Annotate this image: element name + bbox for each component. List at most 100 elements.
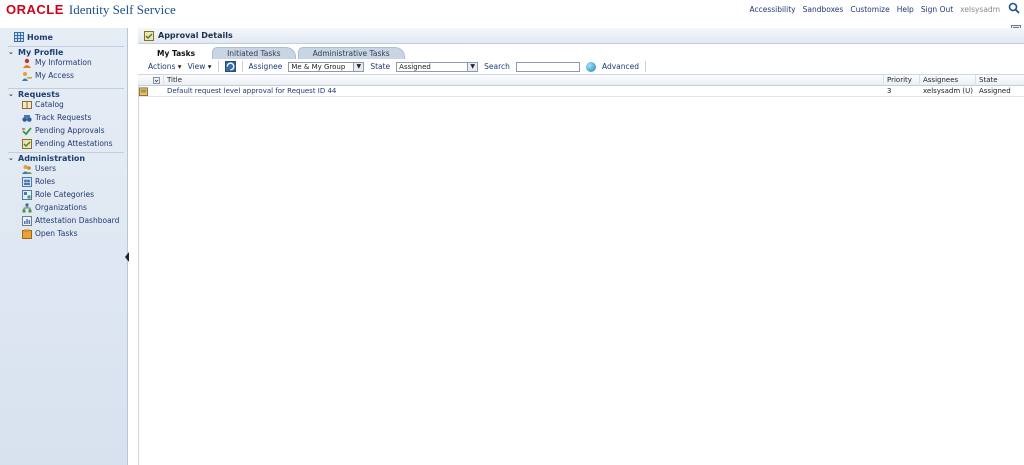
section-title: Requests	[18, 89, 60, 99]
sidebar-item-label: Track Requests	[35, 113, 92, 122]
task-priority: 3	[887, 87, 892, 95]
toolbar-separator	[241, 61, 243, 72]
sidebar-item-pending-attestations[interactable]: Pending Attestations	[8, 137, 124, 150]
sign-out-link[interactable]: Sign Out	[921, 5, 953, 14]
actions-label: Actions	[148, 62, 176, 71]
sidebar-item-open-tasks[interactable]: Open Tasks	[8, 227, 124, 240]
advanced-search-icon[interactable]	[585, 61, 596, 72]
global-links: Accessibility Sandboxes Customize Help S…	[749, 5, 1000, 14]
sidebar-item-users[interactable]: Users	[8, 162, 124, 175]
tab-my-tasks[interactable]: My Tasks	[142, 47, 211, 59]
column-header-state[interactable]: State	[976, 75, 1024, 86]
sidebar-item-label: Users	[35, 164, 57, 173]
row-spacer	[150, 86, 164, 97]
approval-icon	[144, 30, 154, 41]
sidebar-item-my-information[interactable]: My Information	[8, 56, 124, 69]
toolbar-separator	[217, 61, 219, 72]
view-menu[interactable]: View ▾	[188, 62, 212, 71]
state-label: State	[370, 62, 391, 71]
sidebar-item-my-access[interactable]: My Access	[8, 69, 124, 82]
column-selector-icon[interactable]	[150, 74, 164, 86]
open-tasks-icon	[22, 229, 32, 239]
users-icon	[22, 164, 32, 174]
search-label: Search	[484, 62, 510, 71]
task-title-link[interactable]: Default request level approval for Reque…	[164, 86, 884, 97]
oracle-logo: ORACLE	[6, 2, 64, 17]
state-value: Assigned	[399, 62, 431, 71]
section-title: Administration	[18, 153, 86, 163]
sidebar-item-label: Role Categories	[35, 190, 94, 199]
collapse-chevron-icon: ⌄	[8, 90, 14, 98]
sidebar-item-role-categories[interactable]: Role Categories	[8, 188, 124, 201]
collapse-sidebar-handle-icon[interactable]	[124, 250, 130, 264]
sidebar-item-organizations[interactable]: Organizations	[8, 201, 124, 214]
brand: ORACLE Identity Self Service	[6, 2, 176, 18]
sidebar-item-label: My Access	[35, 71, 74, 80]
region-title: Approval Details	[158, 31, 233, 40]
table-header-row: Title Priority Assignees State	[138, 74, 1024, 86]
tab-initiated-tasks[interactable]: Initiated Tasks	[212, 47, 296, 59]
sidebar-section-requests: ⌄ Requests Catalog Track Requests Pendin…	[8, 88, 124, 150]
sidebar-item-label: Pending Attestations	[35, 139, 113, 148]
sidebar-item-label: Attestation Dashboard	[35, 216, 120, 225]
refresh-icon[interactable]	[224, 61, 236, 72]
task-state: Assigned	[979, 87, 1011, 95]
role-categories-icon	[22, 189, 32, 200]
sandboxes-link[interactable]: Sandboxes	[803, 5, 844, 14]
sidebar-item-attestation-dashboard[interactable]: Attestation Dashboard	[8, 214, 124, 227]
task-row-icon	[138, 86, 150, 97]
binoculars-icon	[22, 114, 32, 122]
section-header-administration[interactable]: ⌄ Administration	[8, 152, 124, 163]
sidebar-item-catalog[interactable]: Catalog	[8, 98, 124, 111]
current-user: xelsysadm	[960, 5, 1000, 14]
catalog-icon	[22, 100, 32, 109]
sidebar-item-track-requests[interactable]: Track Requests	[8, 111, 124, 124]
sidebar-item-label: Open Tasks	[35, 229, 78, 238]
column-header-assignees[interactable]: Assignees	[920, 74, 976, 86]
main-region: Approval Details My Tasks Initiated Task…	[138, 28, 1024, 465]
task-toolbar: Actions ▾ View ▾ Assignee Me & My Group …	[138, 59, 1024, 75]
customize-link[interactable]: Customize	[850, 5, 889, 14]
user-info-icon	[23, 58, 31, 68]
sidebar-item-label: Organizations	[35, 203, 87, 212]
dropdown-arrow-icon: ▼	[467, 62, 478, 71]
check-arrow-icon	[22, 126, 32, 135]
search-icon[interactable]	[1008, 2, 1020, 14]
state-select[interactable]: Assigned ▼	[396, 61, 479, 72]
help-link[interactable]: Help	[897, 5, 914, 14]
task-table: Title Priority Assignees State Default r…	[138, 74, 1024, 97]
roles-icon	[22, 176, 32, 187]
task-assignees: xelsysadm (U)	[923, 87, 973, 95]
column-header-priority[interactable]: Priority	[884, 74, 920, 86]
header-spacer	[138, 75, 150, 86]
sidebar-section-my-profile: ⌄ My Profile My Information My Access	[8, 46, 124, 82]
advanced-link[interactable]: Advanced	[602, 62, 639, 71]
key-user-icon	[22, 71, 32, 81]
sidebar-item-pending-approvals[interactable]: Pending Approvals	[8, 124, 124, 137]
table-row[interactable]: Default request level approval for Reque…	[138, 86, 1024, 97]
column-header-title[interactable]: Title	[164, 74, 884, 86]
region-header: Approval Details	[138, 28, 1024, 44]
chevron-down-icon: ▾	[177, 62, 182, 71]
section-header-requests[interactable]: ⌄ Requests	[8, 88, 124, 99]
accessibility-link[interactable]: Accessibility	[749, 5, 795, 14]
tab-administrative-tasks[interactable]: Administrative Tasks	[297, 47, 405, 59]
search-input[interactable]	[515, 61, 580, 72]
chevron-down-icon: ▾	[207, 62, 212, 71]
attestation-icon	[22, 138, 32, 149]
sidebar-item-roles[interactable]: Roles	[8, 175, 124, 188]
sidebar: Home ⌄ My Profile My Information My Acce…	[0, 28, 130, 465]
dropdown-arrow-icon: ▼	[353, 62, 364, 71]
task-tabs: My Tasks Initiated Tasks Administrative …	[138, 45, 1024, 59]
sidebar-item-label: Pending Approvals	[35, 126, 105, 135]
section-header-my-profile[interactable]: ⌄ My Profile	[8, 46, 124, 57]
assignee-select[interactable]: Me & My Group ▼	[288, 61, 365, 72]
organizations-icon	[22, 203, 32, 212]
section-title: My Profile	[18, 47, 64, 57]
sidebar-item-label: Catalog	[35, 100, 64, 109]
actions-menu[interactable]: Actions ▾	[148, 62, 182, 71]
sidebar-item-label: Roles	[35, 177, 56, 186]
assignee-value: Me & My Group	[291, 62, 346, 71]
sidebar-item-home[interactable]: Home	[14, 32, 53, 42]
collapse-chevron-icon: ⌄	[8, 48, 14, 56]
